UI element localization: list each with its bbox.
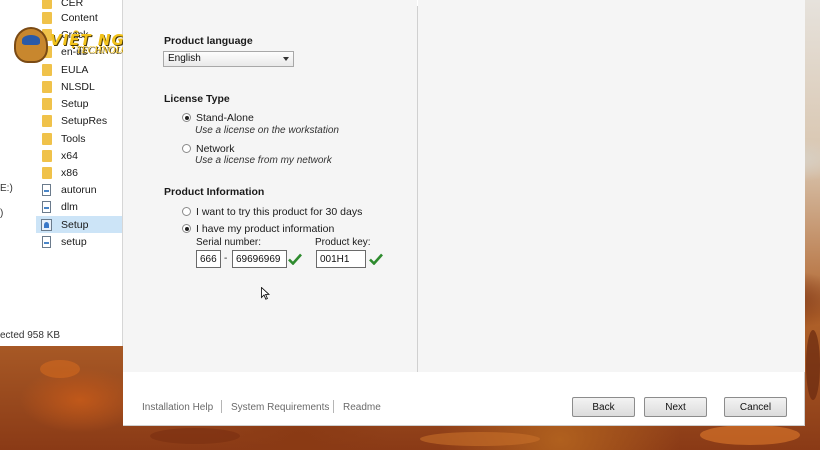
cancel-button[interactable]: Cancel [724,397,787,417]
explorer-item[interactable]: Content [36,9,122,26]
folder-icon [42,11,52,24]
explorer-item-label: Tools [61,132,86,145]
explorer-item[interactable]: autorun [36,181,122,198]
explorer-item[interactable]: setup [36,233,122,250]
product-key-label: Product key: [315,237,371,248]
folder-icon [42,0,52,9]
explorer-item[interactable]: Setup [36,95,122,112]
network-label: Network [196,143,235,155]
have-info-radio[interactable] [182,224,191,233]
serial-number-label: Serial number: [196,237,262,248]
explorer-item-label: x86 [61,166,78,179]
document-icon [42,183,51,196]
footer-separator [333,400,334,413]
wallpaper-leaf [40,360,80,378]
chevron-down-icon [283,57,289,61]
folder-icon [42,132,52,145]
mouse-cursor-icon [261,287,270,300]
network-radio[interactable] [182,144,191,153]
footer-separator [221,400,222,413]
license-type-title: License Type [164,93,230,105]
explorer-status-bar: ected 958 KB [0,330,61,341]
folder-icon [42,166,52,179]
next-button[interactable]: Next [644,397,707,417]
explorer-item[interactable]: NLSDL [36,78,122,95]
document-icon [42,235,51,248]
document-icon [42,200,51,213]
language-select-value: English [168,53,201,64]
drive-label-fragment: ) [0,208,4,219]
stand-alone-description: Use a license on the workstation [195,125,339,136]
explorer-item-label: setup [61,235,87,248]
explorer-item-label: x64 [61,149,78,162]
setup-app-icon [41,218,52,231]
drive-label-fragment: E:) [0,183,13,194]
language-select[interactable]: English [163,51,294,67]
serial-dash: - [224,253,228,264]
explorer-item-label: Setup [61,218,89,231]
folder-icon [42,97,52,110]
wallpaper-leaf [150,428,240,444]
trial-label: I want to try this product for 30 days [196,206,363,218]
product-key-valid-check-icon [369,253,383,265]
back-button[interactable]: Back [572,397,635,417]
explorer-item-label: SetupRes [61,114,108,127]
serial-number-input[interactable] [232,250,287,268]
stand-alone-label: Stand-Alone [196,112,254,124]
wallpaper-leaf [420,432,540,446]
product-key-input[interactable] [316,250,366,268]
wallpaper-leaf [806,330,820,400]
network-description: Use a license from my network [195,155,332,166]
right-pane [418,0,805,372]
product-language-title: Product language [164,35,253,47]
serial-valid-check-icon [288,253,302,265]
explorer-item[interactable]: dlm [36,198,122,215]
explorer-item-label: Content [61,11,98,24]
product-information-title: Product Information [164,186,265,198]
have-info-label: I have my product information [196,223,335,235]
configuration-pane: Product language English License Type St… [123,0,417,372]
explorer-item-selected[interactable]: Setup [36,216,122,233]
system-requirements-link[interactable]: System Requirements [231,402,329,413]
installer-dialog: Product language English License Type St… [123,0,805,426]
installation-help-link[interactable]: Installation Help [142,402,213,413]
folder-icon [42,80,52,93]
serial-prefix-input[interactable] [196,250,221,268]
trial-radio[interactable] [182,207,191,216]
readme-link[interactable]: Readme [343,402,381,413]
wallpaper-leaf [700,425,800,445]
explorer-item[interactable]: SetupRes [36,112,122,129]
explorer-item-label: dlm [61,200,78,213]
mascot-icon [14,27,48,63]
explorer-item[interactable]: x86 [36,164,122,181]
stand-alone-radio[interactable] [182,113,191,122]
folder-icon [42,114,52,127]
explorer-item-label: CER [61,0,84,9]
explorer-item-label: autorun [61,183,97,196]
explorer-item[interactable]: Tools [36,130,122,147]
explorer-item[interactable]: x64 [36,147,122,164]
explorer-item-label: Setup [61,97,89,110]
explorer-item-label: NLSDL [61,80,95,93]
folder-icon [42,149,52,162]
